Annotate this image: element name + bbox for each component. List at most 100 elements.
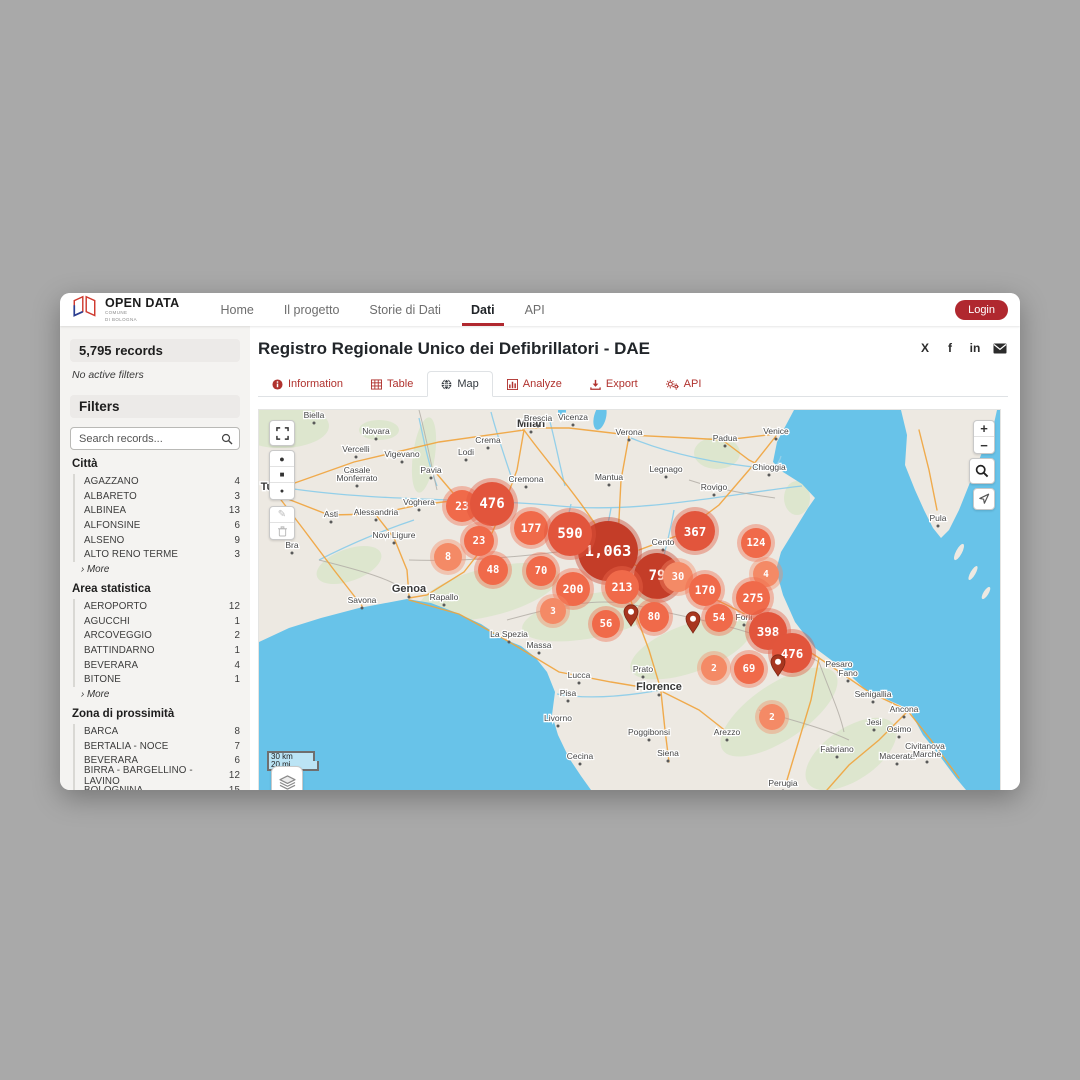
map-cluster-54[interactable]: 54	[705, 604, 733, 632]
nav-item-il-progetto[interactable]: Il progetto	[269, 293, 355, 326]
filter-item-bitone[interactable]: BITONE1	[84, 673, 240, 688]
logo-title: OPEN DATA	[105, 297, 179, 310]
filter-group-title-citt: Città	[72, 458, 238, 470]
city-dot-verona	[628, 439, 631, 442]
city-dot-macerata	[896, 763, 899, 766]
delete-layers-button[interactable]	[270, 523, 294, 539]
tab-analyze[interactable]: Analyze	[493, 371, 576, 397]
draw-tools: ● ■ ●	[269, 450, 295, 500]
city-dot-cremona	[525, 486, 528, 489]
city-label-voghera: Voghera	[403, 497, 435, 507]
fullscreen-button[interactable]	[269, 420, 295, 446]
filter-item-bertalia-noce[interactable]: BERTALIA - NOCE7	[84, 739, 240, 754]
map-cluster-56[interactable]: 56	[592, 610, 620, 638]
filter-item-barca[interactable]: BARCA8	[84, 724, 240, 739]
draw-polygon-button[interactable]: ●	[270, 451, 294, 467]
map-search-button[interactable]	[969, 458, 995, 484]
city-dot-novi-ligure	[393, 542, 396, 545]
zoom-out-button[interactable]: −	[974, 437, 994, 453]
tab-map[interactable]: Map	[427, 371, 492, 397]
city-dot-biella	[313, 422, 316, 425]
map-cluster-2[interactable]: 2	[701, 655, 727, 681]
search-input[interactable]	[70, 427, 240, 450]
map-cluster-275[interactable]: 275	[736, 581, 770, 615]
filter-item-beverara[interactable]: BEVERARA4	[84, 658, 240, 673]
tab-table[interactable]: Table	[357, 371, 427, 397]
city-label-prato: Prato	[633, 664, 654, 674]
gears-icon	[666, 379, 679, 390]
no-active-filters-text: No active filters	[72, 369, 238, 381]
layers-button[interactable]	[271, 766, 303, 790]
filter-item-battindarno[interactable]: BATTINDARNO1	[84, 643, 240, 658]
city-label-osimo: Osimo	[887, 724, 912, 734]
map-cluster-2[interactable]: 2	[759, 704, 785, 730]
filter-item-albinea[interactable]: ALBINEA13	[84, 503, 240, 518]
city-dot-alessandria	[375, 519, 378, 522]
city-label-savona: Savona	[348, 595, 377, 605]
zoom-in-button[interactable]: +	[974, 421, 994, 437]
city-dot-padua	[724, 445, 727, 448]
city-label-fabriano: Fabriano	[820, 744, 854, 754]
filter-item-birra-bargellino-lavino[interactable]: BIRRA - BARGELLINO - LAVINO12	[84, 768, 240, 783]
map-cluster-23[interactable]: 23	[464, 526, 494, 556]
filter-item-alto-reno-terme[interactable]: ALTO RENO TERME3	[84, 547, 240, 562]
filter-group-list-citt: AGAZZANO4ALBARETO3ALBINEA13ALFONSINE6ALS…	[73, 474, 240, 562]
filter-item-arcoveggio[interactable]: ARCOVEGGIO2	[84, 629, 240, 644]
map-cluster-177[interactable]: 177	[514, 511, 548, 545]
nav-item-api[interactable]: API	[510, 293, 560, 326]
filter-item-aeroporto[interactable]: AEROPORTO12	[84, 599, 240, 614]
map-cluster-170[interactable]: 170	[689, 574, 721, 606]
filter-item-albareto[interactable]: ALBARETO3	[84, 489, 240, 504]
share-email-icon[interactable]	[992, 341, 1008, 355]
tab-api[interactable]: API	[652, 371, 716, 397]
page-title: Registro Regionale Unico dei Defibrillat…	[258, 339, 650, 359]
nav-item-home[interactable]: Home	[205, 293, 268, 326]
city-dot-massa	[538, 652, 541, 655]
filter-more-area-statistica[interactable]: › More	[81, 687, 240, 701]
locate-button[interactable]	[973, 488, 995, 510]
open-data-logo[interactable]: OPEN DATA COMUNE DI BOLOGNA	[70, 294, 179, 325]
filter-more-citt[interactable]: › More	[81, 562, 240, 576]
map-cluster-476[interactable]: 476	[470, 482, 514, 526]
map-cluster-69[interactable]: 69	[734, 654, 764, 684]
filter-item-agucchi[interactable]: AGUCCHI1	[84, 614, 240, 629]
share-facebook-icon[interactable]: f	[942, 341, 958, 355]
tab-export[interactable]: Export	[576, 371, 652, 397]
nav-item-dati[interactable]: Dati	[456, 293, 510, 326]
map-pin-marker-1[interactable]	[622, 603, 640, 632]
city-dot-milan	[530, 431, 533, 434]
filter-item-alseno[interactable]: ALSENO9	[84, 533, 240, 548]
share-x-icon[interactable]: X	[917, 341, 933, 355]
map-cluster-48[interactable]: 48	[478, 555, 508, 585]
map-cluster-213[interactable]: 213	[605, 570, 639, 604]
city-label-rapallo: Rapallo	[430, 592, 459, 602]
city-label-cento: Cento	[652, 537, 675, 547]
city-label-poggibonsi: Poggibonsi	[628, 727, 670, 737]
map-cluster-80[interactable]: 80	[639, 602, 669, 632]
nav-item-storie-di-dati[interactable]: Storie di Dati	[354, 293, 456, 326]
login-button[interactable]: Login	[955, 300, 1008, 320]
city-dot-la-spezia	[508, 641, 511, 644]
map-cluster-124[interactable]: 124	[741, 528, 771, 558]
map-cluster-3[interactable]: 3	[540, 598, 566, 624]
edit-layers-button[interactable]: ✎	[270, 507, 294, 523]
map-cluster-70[interactable]: 70	[526, 556, 556, 586]
map-cluster-590[interactable]: 590	[548, 512, 592, 556]
map-cluster-8[interactable]: 8	[434, 543, 462, 571]
filter-item-alfonsine[interactable]: ALFONSINE6	[84, 518, 240, 533]
city-dot-osimo	[898, 736, 901, 739]
map-pin-marker-3[interactable]	[769, 653, 787, 682]
city-dot-vigevano	[401, 461, 404, 464]
tab-information[interactable]: Information	[258, 371, 357, 397]
map-pin-marker-2[interactable]	[684, 610, 702, 639]
draw-circle-button[interactable]: ●	[270, 483, 294, 499]
city-label-venice: Venice	[763, 426, 789, 436]
filter-item-agazzano[interactable]: AGAZZANO4	[84, 474, 240, 489]
city-label-crema: Crema	[475, 435, 501, 445]
map-canvas[interactable]: BiellaNovaraMilanBresciaVicenzaVeronaPad…	[258, 409, 1001, 790]
map-cluster-367[interactable]: 367	[675, 511, 715, 551]
draw-rectangle-button[interactable]: ■	[270, 467, 294, 483]
share-linkedin-icon[interactable]: in	[967, 341, 983, 355]
city-dot-vercelli	[355, 456, 358, 459]
city-label-macerata: Macerata	[879, 751, 915, 761]
